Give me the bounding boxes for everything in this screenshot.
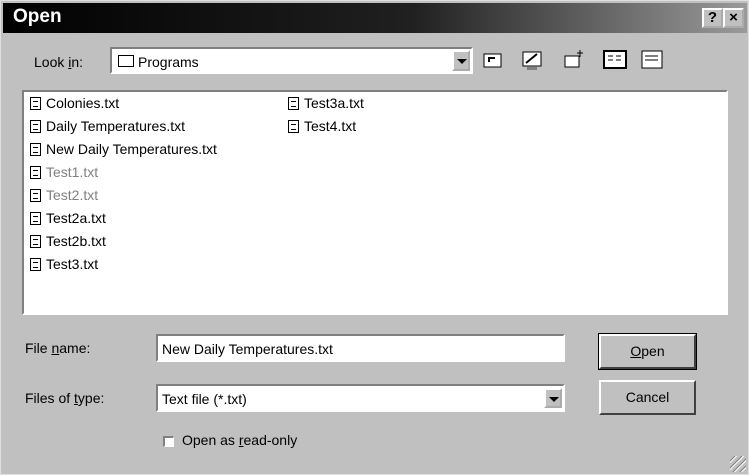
file-type-dropdown[interactable]: Text file (*.txt) — [156, 384, 565, 412]
desktop-icon[interactable] — [520, 48, 546, 72]
file-name-label: File name: — [25, 340, 91, 356]
list-item[interactable]: Test2.txt — [30, 187, 98, 209]
list-item[interactable]: Test3.txt — [30, 256, 98, 278]
read-only-label[interactable]: Open as read-only — [182, 432, 297, 448]
resize-grip-icon[interactable] — [730, 456, 746, 472]
text-file-icon — [30, 235, 41, 248]
text-file-icon — [30, 166, 41, 179]
up-one-level-icon[interactable] — [481, 48, 507, 72]
text-file-icon — [288, 97, 299, 110]
list-item[interactable]: Daily Temperatures.txt — [30, 118, 185, 140]
look-in-label: Look in: — [34, 54, 84, 70]
new-folder-icon[interactable] — [562, 48, 588, 72]
cancel-button[interactable]: Cancel — [599, 380, 696, 415]
text-file-icon — [30, 212, 41, 225]
file-name-field[interactable]: New Daily Temperatures.txt — [156, 334, 565, 362]
details-view-icon[interactable] — [640, 48, 666, 72]
open-dialog: Open ? × Look in: Programs Colonies.txt … — [0, 0, 749, 475]
open-button[interactable]: Open — [598, 333, 697, 370]
list-item[interactable]: Test2a.txt — [30, 210, 106, 232]
text-file-icon — [30, 258, 41, 271]
close-button[interactable]: × — [723, 8, 744, 28]
folder-icon — [118, 55, 134, 67]
list-item[interactable]: Test4.txt — [288, 118, 356, 140]
list-item[interactable]: Test1.txt — [30, 164, 98, 186]
text-file-icon — [30, 120, 41, 133]
read-only-checkbox[interactable] — [163, 436, 174, 447]
text-file-icon — [30, 97, 41, 110]
look-in-dropdown-arrow[interactable] — [452, 50, 470, 71]
list-item[interactable]: Test2b.txt — [30, 233, 106, 255]
text-file-icon — [30, 189, 41, 202]
file-type-dropdown-arrow[interactable] — [544, 388, 562, 408]
text-file-icon — [288, 120, 299, 133]
text-file-icon — [30, 143, 41, 156]
help-button[interactable]: ? — [702, 8, 723, 28]
file-type-label: Files of type: — [25, 390, 105, 406]
look-in-dropdown[interactable]: Programs — [110, 47, 473, 74]
file-list[interactable]: Colonies.txt Daily Temperatures.txt New … — [22, 90, 728, 315]
title-bar[interactable]: Open ? × — [3, 3, 747, 33]
list-item[interactable]: New Daily Temperatures.txt — [30, 141, 217, 163]
list-item[interactable]: Colonies.txt — [30, 95, 119, 117]
window-title: Open — [13, 6, 62, 27]
look-in-value: Programs — [138, 54, 199, 70]
list-item[interactable]: Test3a.txt — [288, 95, 364, 117]
list-view-icon[interactable] — [602, 48, 628, 72]
